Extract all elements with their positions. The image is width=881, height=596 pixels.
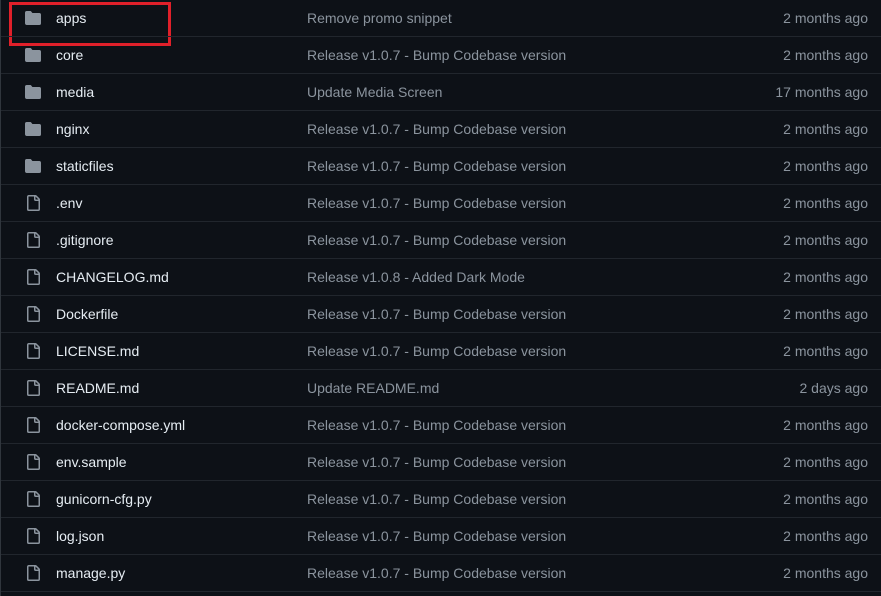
commit-message-link[interactable]: Remove promo snippet: [307, 10, 452, 26]
commit-age-link[interactable]: 2 months ago: [783, 158, 868, 174]
commit-message-link[interactable]: Release v1.0.7 - Bump Codebase version: [307, 343, 566, 359]
commit-age-link[interactable]: 17 months ago: [775, 84, 868, 100]
commit-age-link[interactable]: 2 months ago: [783, 47, 868, 63]
file-name-link[interactable]: docker-compose.yml: [56, 417, 185, 433]
commit-age-link[interactable]: 2 months ago: [783, 343, 868, 359]
file-icon: [25, 380, 41, 396]
commit-age-link[interactable]: 2 months ago: [783, 565, 868, 581]
file-icon: [25, 232, 41, 248]
file-name-link[interactable]: manage.py: [56, 565, 125, 581]
commit-age-link[interactable]: 2 months ago: [783, 121, 868, 137]
file-icon: [25, 417, 41, 433]
commit-message-link[interactable]: Release v1.0.7 - Bump Codebase version: [307, 158, 566, 174]
file-icon: [25, 565, 41, 581]
file-name-link[interactable]: apps: [56, 10, 86, 26]
file-icon: [25, 269, 41, 285]
file-name-link[interactable]: media: [56, 84, 94, 100]
file-row-8[interactable]: CHANGELOG.md Release v1.0.8 - Added Dark…: [1, 259, 881, 296]
file-name-link[interactable]: log.json: [56, 528, 104, 544]
file-row-12[interactable]: docker-compose.yml Release v1.0.7 - Bump…: [1, 407, 881, 444]
commit-age-link[interactable]: 2 months ago: [783, 232, 868, 248]
file-name-link[interactable]: Dockerfile: [56, 306, 118, 322]
file-icon: [25, 306, 41, 322]
folder-icon: [25, 47, 41, 63]
commit-message-link[interactable]: Release v1.0.7 - Bump Codebase version: [307, 47, 566, 63]
file-icon: [25, 528, 41, 544]
file-row-13[interactable]: env.sample Release v1.0.7 - Bump Codebas…: [1, 444, 881, 481]
commit-age-link[interactable]: 2 months ago: [783, 195, 868, 211]
file-row-9[interactable]: Dockerfile Release v1.0.7 - Bump Codebas…: [1, 296, 881, 333]
commit-message-link[interactable]: Release v1.0.7 - Bump Codebase version: [307, 491, 566, 507]
file-name-link[interactable]: nginx: [56, 121, 89, 137]
file-name-link[interactable]: staticfiles: [56, 158, 114, 174]
commit-age-link[interactable]: 2 months ago: [783, 491, 868, 507]
file-row-6[interactable]: .env Release v1.0.7 - Bump Codebase vers…: [1, 185, 881, 222]
file-icon: [25, 454, 41, 470]
file-row-2[interactable]: core Release v1.0.7 - Bump Codebase vers…: [1, 37, 881, 74]
file-icon: [25, 491, 41, 507]
file-icon: [25, 343, 41, 359]
commit-age-link[interactable]: 2 months ago: [783, 306, 868, 322]
file-row-1[interactable]: apps Remove promo snippet 2 months ago: [1, 0, 881, 37]
file-row-15[interactable]: log.json Release v1.0.7 - Bump Codebase …: [1, 518, 881, 555]
folder-icon: [25, 158, 41, 174]
file-name-link[interactable]: gunicorn-cfg.py: [56, 491, 152, 507]
folder-icon: [25, 10, 41, 26]
file-name-link[interactable]: README.md: [56, 380, 139, 396]
commit-message-link[interactable]: Release v1.0.7 - Bump Codebase version: [307, 454, 566, 470]
commit-message-link[interactable]: Release v1.0.8 - Added Dark Mode: [307, 269, 525, 285]
file-row-3[interactable]: media Update Media Screen 17 months ago: [1, 74, 881, 111]
commit-message-link[interactable]: Release v1.0.7 - Bump Codebase version: [307, 306, 566, 322]
file-row-11[interactable]: README.md Update README.md 2 days ago: [1, 370, 881, 407]
commit-age-link[interactable]: 2 months ago: [783, 454, 868, 470]
file-name-link[interactable]: core: [56, 47, 83, 63]
file-list: apps Remove promo snippet 2 months ago c…: [0, 0, 881, 596]
file-icon: [25, 195, 41, 211]
commit-message-link[interactable]: Release v1.0.7 - Bump Codebase version: [307, 565, 566, 581]
file-name-link[interactable]: CHANGELOG.md: [56, 269, 169, 285]
file-row-5[interactable]: staticfiles Release v1.0.7 - Bump Codeba…: [1, 148, 881, 185]
commit-age-link[interactable]: 2 months ago: [783, 417, 868, 433]
file-row-16[interactable]: manage.py Release v1.0.7 - Bump Codebase…: [1, 555, 881, 592]
commit-message-link[interactable]: Release v1.0.7 - Bump Codebase version: [307, 195, 566, 211]
file-row-4[interactable]: nginx Release v1.0.7 - Bump Codebase ver…: [1, 111, 881, 148]
commit-message-link[interactable]: Update README.md: [307, 380, 439, 396]
commit-message-link[interactable]: Release v1.0.7 - Bump Codebase version: [307, 232, 566, 248]
commit-message-link[interactable]: Release v1.0.7 - Bump Codebase version: [307, 417, 566, 433]
commit-message-link[interactable]: Update Media Screen: [307, 84, 442, 100]
commit-age-link[interactable]: 2 months ago: [783, 269, 868, 285]
commit-age-link[interactable]: 2 days ago: [800, 380, 869, 396]
folder-icon: [25, 84, 41, 100]
file-row-14[interactable]: gunicorn-cfg.py Release v1.0.7 - Bump Co…: [1, 481, 881, 518]
commit-age-link[interactable]: 2 months ago: [783, 10, 868, 26]
commit-age-link[interactable]: 2 months ago: [783, 528, 868, 544]
file-row-7[interactable]: .gitignore Release v1.0.7 - Bump Codebas…: [1, 222, 881, 259]
commit-message-link[interactable]: Release v1.0.7 - Bump Codebase version: [307, 121, 566, 137]
file-name-link[interactable]: LICENSE.md: [56, 343, 139, 359]
file-name-link[interactable]: env.sample: [56, 454, 127, 470]
commit-message-link[interactable]: Release v1.0.7 - Bump Codebase version: [307, 528, 566, 544]
file-name-link[interactable]: .env: [56, 195, 82, 211]
file-row-10[interactable]: LICENSE.md Release v1.0.7 - Bump Codebas…: [1, 333, 881, 370]
folder-icon: [25, 121, 41, 137]
file-name-link[interactable]: .gitignore: [56, 232, 114, 248]
